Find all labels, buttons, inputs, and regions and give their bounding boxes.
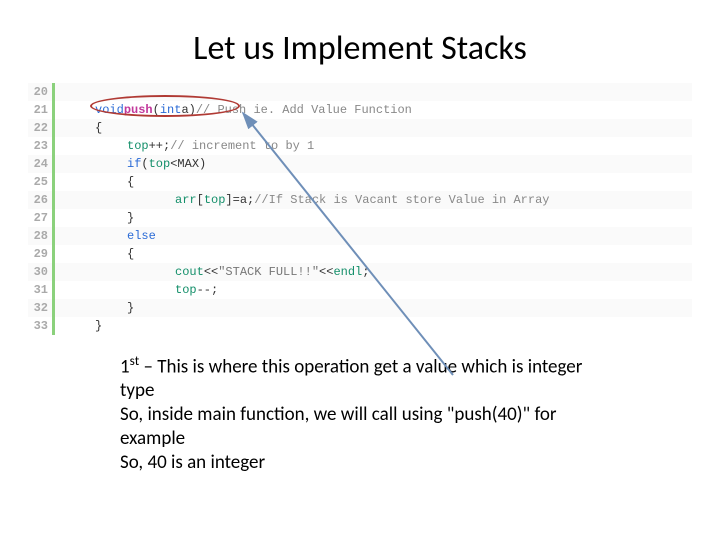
gutter-marker [52,209,55,227]
code-line: 33} [28,317,692,335]
code-line: 20 [28,83,692,101]
caption-rest-1: – This is where this operation get a val… [120,355,582,402]
gutter-marker [52,137,55,155]
gutter-marker [52,119,55,137]
line-number: 22 [28,119,52,137]
code-token: top [175,281,197,299]
code-token: ( [153,101,160,119]
line-number: 20 [28,83,52,101]
code-token: "STACK FULL!!" [218,263,319,281]
page-title: Let us Implement Stacks [0,0,720,83]
gutter-marker [52,191,55,209]
line-number: 25 [28,173,52,191]
line-number: 21 [28,101,52,119]
code-token: ; [362,263,369,281]
gutter-marker [52,245,55,263]
code-token: else [127,227,156,245]
line-number: 30 [28,263,52,281]
code-line: 32} [28,299,692,317]
code-token: a) [181,101,195,119]
code-line: 30cout<<"STACK FULL!!"<<endl; [28,263,692,281]
code-line: 23 top++; // increment to by 1 [28,137,692,155]
gutter-marker [52,227,55,245]
code-token: arr [175,191,197,209]
gutter-marker [52,83,55,101]
gutter-marker [52,263,55,281]
gutter-marker [52,299,55,317]
caption-text: 1st – This is where this operation get a… [120,349,600,475]
code-token: } [95,317,102,335]
code-token: void [95,101,124,119]
code-token: top [149,155,171,173]
code-line: 31 top--; [28,281,692,299]
code-line: 27} [28,209,692,227]
code-token: ( [141,155,148,173]
line-number: 32 [28,299,52,317]
gutter-marker [52,281,55,299]
code-token: <MAX) [170,155,206,173]
code-token: { [95,119,102,137]
line-number: 26 [28,191,52,209]
code-line: 21 void push(int a) // Push ie. Add Value… [28,101,692,119]
code-line: 29 { [28,245,692,263]
gutter-marker [52,101,55,119]
gutter-marker [52,173,55,191]
caption-ordinal: 1 [120,355,130,378]
code-token: << [204,263,218,281]
code-line: 22 { [28,119,692,137]
code-token: ++; [149,137,171,155]
code-token: } [127,209,134,227]
code-token: //If Stack is Vacant store Value in Arra… [254,191,549,209]
line-number: 29 [28,245,52,263]
code-token: --; [197,281,219,299]
line-number: 33 [28,317,52,335]
code-token: // increment to by 1 [170,137,314,155]
code-token: cout [175,263,204,281]
code-token: ]=a; [225,191,254,209]
code-token: << [319,263,333,281]
code-token: } [127,299,134,317]
code-token: // Push ie. Add Value Function [196,101,412,119]
code-line: 28 else [28,227,692,245]
code-token: top [204,191,226,209]
code-block: 2021void push(int a) // Push ie. Add Val… [28,83,692,335]
code-line: 24 if(top<MAX) [28,155,692,173]
code-line: 26 arr[top]=a; //If Stack is Vacant store… [28,191,692,209]
code-token: int [160,101,182,119]
caption-sup: st [130,352,140,369]
caption-line-3: So, 40 is an integer [120,451,265,474]
caption-line-2: So, inside main function, we will call u… [120,403,557,450]
line-number: 24 [28,155,52,173]
code-token: { [127,245,134,263]
code-token: { [127,173,134,191]
gutter-marker [52,317,55,335]
line-number: 28 [28,227,52,245]
code-token: if [127,155,141,173]
line-number: 27 [28,209,52,227]
code-token: endl [333,263,362,281]
code-token: push [124,101,153,119]
line-number: 23 [28,137,52,155]
gutter-marker [52,155,55,173]
line-number: 31 [28,281,52,299]
code-token: [ [197,191,204,209]
code-line: 25 { [28,173,692,191]
code-token: top [127,137,149,155]
